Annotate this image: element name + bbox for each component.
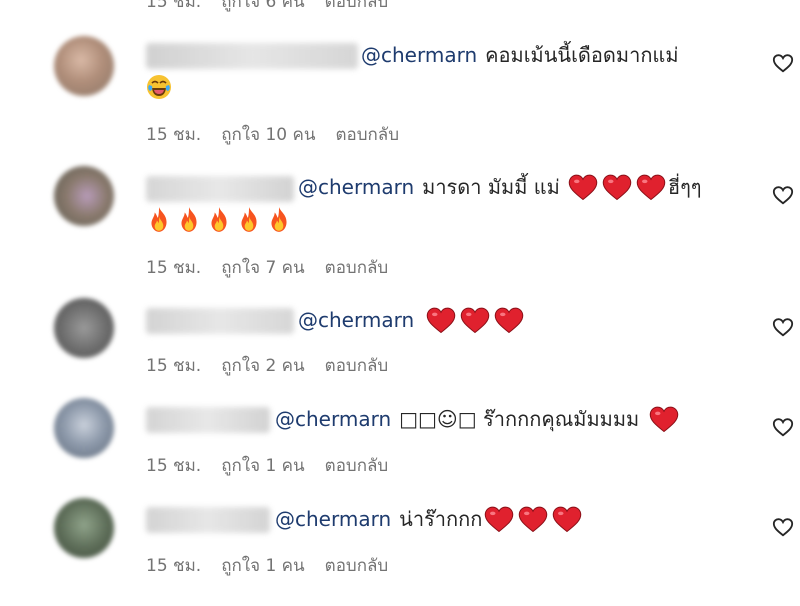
like-count[interactable]: ถูกใจ 6 คน (221, 0, 304, 15)
like-heart-icon[interactable] (772, 184, 794, 206)
like-heart-icon[interactable] (772, 316, 794, 338)
comment-time: 15 ชม. (146, 556, 202, 576)
red-heart-emoji-icon (484, 505, 514, 533)
comment-time: 15 ชม. (146, 125, 202, 145)
mention-link[interactable]: @chermarn (275, 404, 391, 434)
comment-emoji-line (146, 74, 172, 100)
like-heart-icon[interactable] (772, 52, 794, 74)
red-heart-emoji-icon (649, 405, 679, 433)
red-heart-emoji-icon (636, 173, 666, 201)
comment-text: น่าร๊ากกก (399, 507, 483, 531)
like-count[interactable]: ถูกใจ 7 คน (221, 254, 304, 281)
avatar[interactable] (54, 498, 114, 558)
red-heart-emoji-icon (568, 173, 598, 201)
comment-text: มารดา มัมมี้ แม่ (422, 175, 560, 199)
comment-text-line: @chermarn มารดา มัมมี้ แม่ ฮี่ๆๆ (298, 172, 702, 202)
mention-link[interactable]: @chermarn (298, 172, 414, 202)
like-count[interactable]: ถูกใจ 10 คน (221, 121, 315, 148)
red-heart-emoji-icon (426, 306, 456, 334)
like-count[interactable]: ถูกใจ 1 คน (221, 452, 304, 479)
crying-laughing-emoji-icon (146, 74, 172, 100)
reply-button[interactable]: ตอบกลับ (325, 452, 389, 479)
avatar[interactable] (54, 166, 114, 226)
comment-time: 15 ชม. (146, 0, 202, 12)
like-heart-icon[interactable] (772, 516, 794, 538)
username-blurred[interactable] (146, 407, 270, 433)
red-heart-emoji-icon (494, 306, 524, 334)
comment-text-suffix: ฮี่ๆๆ (667, 175, 702, 199)
reply-button[interactable]: ตอบกลับ (325, 0, 389, 15)
fire-emoji-icon (266, 206, 292, 234)
username-blurred[interactable] (146, 43, 358, 69)
fire-emoji-icon (236, 206, 262, 234)
comment-meta: 15 ชม. ถูกใจ 10 คน ตอบกลับ (146, 121, 399, 148)
fire-emoji-icon (146, 206, 172, 234)
like-count[interactable]: ถูกใจ 2 คน (221, 352, 304, 379)
comment-text: □□☺□ ร๊ากกกคุณมัมมมม (399, 407, 640, 431)
reply-button[interactable]: ตอบกลับ (325, 352, 389, 379)
comment-meta: 15 ชม. ถูกใจ 7 คน ตอบกลับ (146, 254, 388, 281)
comment-text-line: @chermarn น่าร๊ากกก (275, 504, 582, 534)
red-heart-emoji-icon (518, 505, 548, 533)
partial-comment-meta: 15 ชม. ถูกใจ 6 คน ตอบกลับ (146, 0, 388, 15)
red-heart-emoji-icon (552, 505, 582, 533)
username-blurred[interactable] (146, 507, 270, 533)
fire-emoji-icon (206, 206, 232, 234)
mention-link[interactable]: @chermarn (275, 504, 391, 534)
mention-link[interactable]: @chermarn (361, 40, 477, 70)
avatar[interactable] (54, 298, 114, 358)
fire-emoji-icon (176, 206, 202, 234)
comment-meta: 15 ชม. ถูกใจ 1 คน ตอบกลับ (146, 552, 388, 579)
comment-text-line: @chermarn (298, 305, 524, 335)
comment-meta: 15 ชม. ถูกใจ 2 คน ตอบกลับ (146, 352, 388, 379)
red-heart-emoji-icon (602, 173, 632, 201)
username-blurred[interactable] (146, 176, 294, 202)
avatar[interactable] (54, 36, 114, 96)
reply-button[interactable]: ตอบกลับ (325, 552, 389, 579)
comment-time: 15 ชม. (146, 258, 202, 278)
comment-emoji-line (146, 206, 292, 234)
comment-time: 15 ชม. (146, 456, 202, 476)
comment-time: 15 ชม. (146, 356, 202, 376)
comment-text: คอมเม้นนี้เดือดมากแม่ (485, 43, 679, 67)
comment-text-line: @chermarn □□☺□ ร๊ากกกคุณมัมมมม (275, 404, 679, 434)
reply-button[interactable]: ตอบกลับ (335, 121, 399, 148)
avatar[interactable] (54, 398, 114, 458)
like-count[interactable]: ถูกใจ 1 คน (221, 552, 304, 579)
mention-link[interactable]: @chermarn (298, 305, 414, 335)
red-heart-emoji-icon (460, 306, 490, 334)
username-blurred[interactable] (146, 308, 294, 334)
like-heart-icon[interactable] (772, 416, 794, 438)
comment-meta: 15 ชม. ถูกใจ 1 คน ตอบกลับ (146, 452, 388, 479)
comment-text-line: @chermarn คอมเม้นนี้เดือดมากแม่ (361, 40, 679, 70)
reply-button[interactable]: ตอบกลับ (325, 254, 389, 281)
